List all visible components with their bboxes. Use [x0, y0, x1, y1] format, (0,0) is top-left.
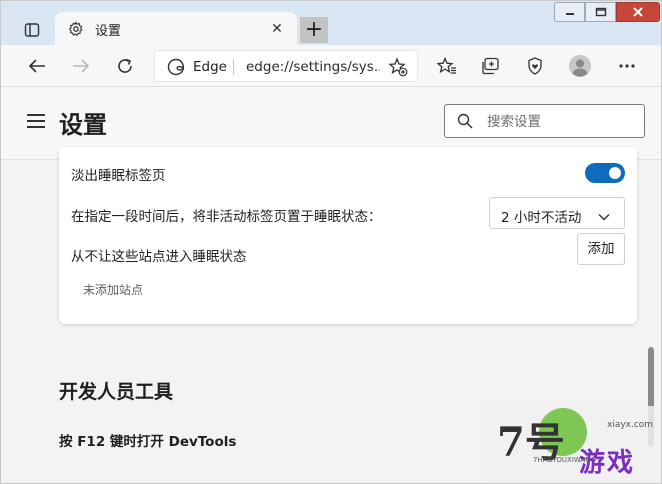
fade-sleeping-tabs-toggle[interactable] [585, 163, 625, 183]
edge-logo-icon [167, 58, 185, 76]
toolbar: Edge edge://settings/sys... [1, 45, 661, 87]
tab-close-icon[interactable]: ✕ [269, 21, 285, 37]
address-bar[interactable]: Edge edge://settings/sys... [154, 50, 418, 82]
browser-window: 设置 ✕ + Edge edge://settings/sys... 设置 搜索… [0, 0, 662, 484]
hamburger-icon[interactable] [27, 114, 45, 128]
watermark-url: xiayx.com [607, 420, 654, 430]
star-plus-icon[interactable] [388, 57, 408, 77]
chevron-down-icon [598, 208, 610, 221]
search-box[interactable] [444, 104, 645, 138]
sleep-timeout-label: 在指定一段时间后，将非活动标签页置于睡眠状态： [71, 209, 382, 225]
refresh-icon[interactable] [112, 53, 138, 79]
tab-actions-icon[interactable] [21, 19, 43, 41]
favorites-icon[interactable] [434, 53, 460, 79]
profile-avatar-icon[interactable] [567, 53, 593, 79]
more-icon[interactable] [614, 53, 640, 79]
address-divider [233, 59, 234, 75]
sleep-timeout-select[interactable]: 2 小时不活动 [489, 197, 625, 229]
add-site-button[interactable]: 添加 [577, 233, 625, 265]
heart-shield-icon[interactable] [522, 53, 548, 79]
toggle-knob [609, 167, 621, 179]
tab-strip: 设置 ✕ + [1, 1, 661, 46]
back-arrow-icon[interactable] [24, 53, 50, 79]
watermark-pinyin: 7HAOYOUXIWANG [533, 456, 596, 464]
developer-tools-heading: 开发人员工具 [59, 381, 174, 403]
fade-sleeping-tabs-label: 淡出睡眠标签页 [71, 168, 166, 184]
forward-arrow-icon[interactable] [68, 53, 94, 79]
sleeping-tabs-card: 淡出睡眠标签页 在指定一段时间后，将非活动标签页置于睡眠状态： 2 小时不活动 … [59, 147, 637, 324]
page-title: 设置 [59, 111, 107, 139]
collections-icon[interactable] [478, 53, 504, 79]
f12-devtools-label: 按 F12 键时打开 DevTools [59, 434, 237, 450]
minimize-button[interactable] [554, 2, 585, 22]
close-window-button[interactable] [616, 2, 660, 22]
search-input[interactable] [487, 112, 637, 132]
address-site-label: Edge [193, 59, 227, 75]
gear-icon [67, 20, 85, 38]
no-sites-added-text: 未添加站点 [83, 283, 144, 297]
tab-title: 设置 [95, 23, 122, 39]
address-url[interactable]: edge://settings/sys... [246, 59, 380, 75]
never-sleep-sites-label: 从不让这些站点进入睡眠状态 [71, 249, 247, 265]
sleep-timeout-value: 2 小时不活动 [501, 210, 582, 226]
tab-settings[interactable]: 设置 ✕ [55, 12, 297, 46]
watermark: 7号 xiayx.com 游戏 7HAOYOUXIWANG [483, 406, 661, 483]
new-tab-button[interactable]: + [300, 17, 328, 43]
search-icon [457, 113, 473, 129]
maximize-button[interactable] [585, 2, 616, 22]
